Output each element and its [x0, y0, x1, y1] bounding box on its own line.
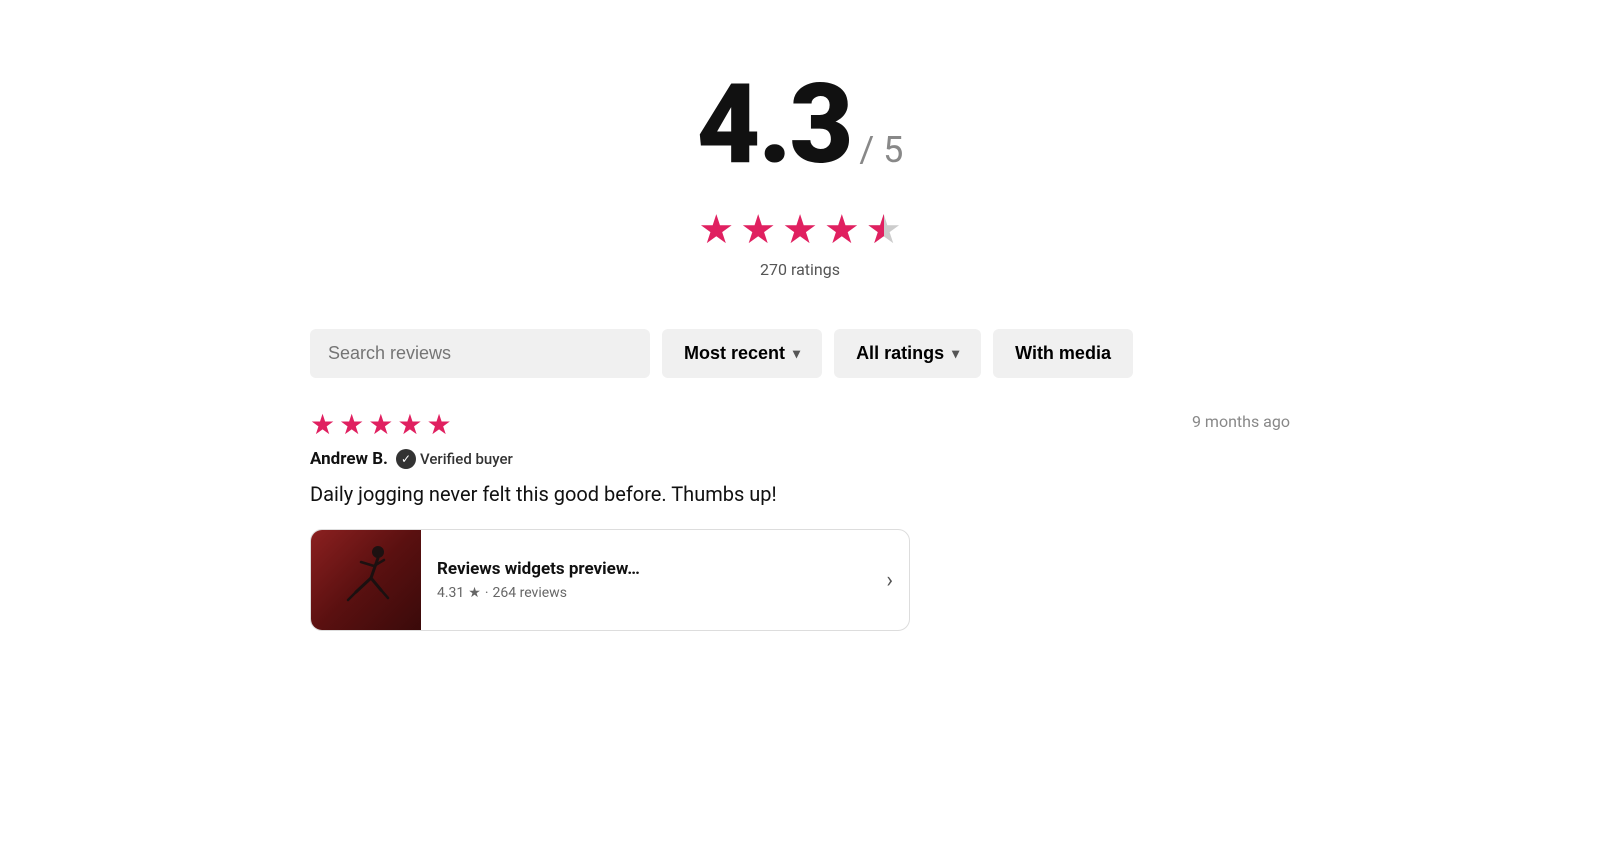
review-time: 9 months ago — [1192, 408, 1290, 431]
sort-label: Most recent — [684, 343, 785, 364]
preview-title: Reviews widgets preview… — [437, 559, 854, 579]
star-3: ★ — [782, 210, 818, 250]
ratings-chevron-icon: ▾ — [952, 345, 959, 362]
verified-badge: ✓ Verified buyer — [396, 449, 513, 469]
rating-score: 4.3 — [697, 70, 852, 180]
review-star-1: ★ — [310, 408, 335, 441]
review-star-4: ★ — [397, 408, 422, 441]
preview-arrow-icon: › — [870, 568, 909, 593]
star-1: ★ — [698, 210, 734, 250]
review-text: Daily jogging never felt this good befor… — [310, 479, 1290, 509]
preview-star-icon: ★ — [468, 585, 481, 601]
page-wrapper: 4.3 / 5 ★ ★ ★ ★ ★ ★ 270 ratings Most rec… — [250, 0, 1350, 671]
sort-dropdown[interactable]: Most recent ▾ — [662, 329, 822, 378]
filter-bar: Most recent ▾ All ratings ▾ With media — [310, 329, 1290, 378]
review-star-3: ★ — [368, 408, 393, 441]
preview-rating: 4.31 — [437, 585, 464, 601]
verified-label: Verified buyer — [420, 450, 513, 468]
preview-card[interactable]: Reviews widgets preview… 4.31 ★ · 264 re… — [310, 529, 910, 631]
reviewer-name-text: Andrew B. — [310, 449, 388, 469]
star-4: ★ — [824, 210, 860, 250]
runner-icon — [326, 540, 406, 620]
review-star-2: ★ — [339, 408, 364, 441]
review-star-5: ★ — [426, 408, 451, 441]
verified-icon: ✓ — [396, 449, 416, 469]
review-stars: ★ ★ ★ ★ ★ — [310, 408, 452, 441]
big-rating: 4.3 / 5 — [310, 70, 1290, 180]
rating-section: 4.3 / 5 ★ ★ ★ ★ ★ ★ 270 ratings — [310, 40, 1290, 299]
preview-dot: · — [485, 585, 489, 601]
rating-denominator: / 5 — [859, 129, 903, 171]
preview-meta: 4.31 ★ · 264 reviews — [437, 585, 854, 601]
search-input[interactable] — [310, 329, 650, 378]
ratings-dropdown[interactable]: All ratings ▾ — [834, 329, 981, 378]
star-5-half: ★ ★ — [866, 210, 902, 250]
sort-chevron-icon: ▾ — [793, 345, 800, 362]
preview-image — [311, 530, 421, 630]
ratings-label: All ratings — [856, 343, 944, 364]
media-label: With media — [1015, 343, 1111, 364]
preview-content: Reviews widgets preview… 4.31 ★ · 264 re… — [421, 545, 870, 615]
preview-thumbnail — [311, 530, 421, 630]
ratings-count: 270 ratings — [310, 260, 1290, 279]
review-section: ★ ★ ★ ★ ★ 9 months ago Andrew B. ✓ Verif… — [310, 408, 1290, 631]
star-2: ★ — [740, 210, 776, 250]
rating-stars: ★ ★ ★ ★ ★ ★ — [310, 210, 1290, 250]
preview-reviews-count: 264 reviews — [493, 585, 567, 601]
reviewer-name: Andrew B. ✓ Verified buyer — [310, 449, 1290, 469]
media-filter-button[interactable]: With media — [993, 329, 1133, 378]
review-header: ★ ★ ★ ★ ★ 9 months ago — [310, 408, 1290, 441]
